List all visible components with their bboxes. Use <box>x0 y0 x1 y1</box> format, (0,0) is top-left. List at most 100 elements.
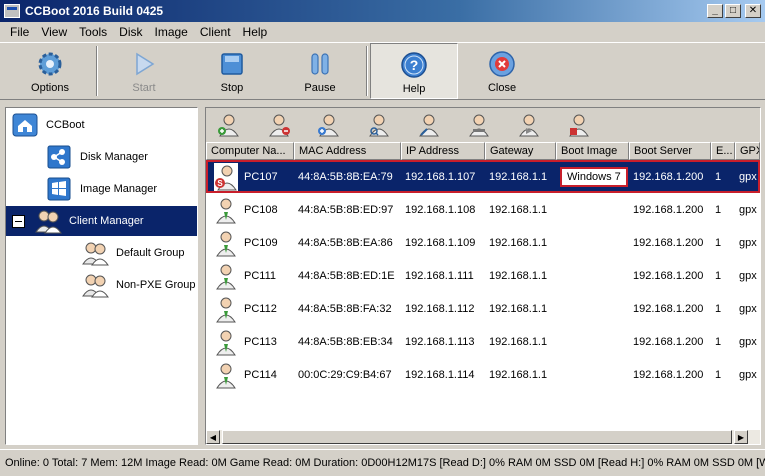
svg-text:?: ? <box>410 57 419 73</box>
tree-item-client-manager[interactable]: Client Manager <box>6 206 197 236</box>
column-mac-address[interactable]: MAC Address <box>294 142 401 160</box>
navigation-tree: CCBoot Disk Manager Image Manager Client… <box>5 107 198 445</box>
tree-item-image-manager[interactable]: Image Manager <box>44 174 157 204</box>
client-name: PC109 <box>244 236 278 249</box>
table-row[interactable]: PC111 44:8A:5B:8B:ED:1E 192.168.1.111 19… <box>206 259 760 292</box>
search-client-button[interactable] <box>364 111 394 139</box>
properties-client-icon <box>419 114 439 137</box>
client-mac: 44:8A:5B:8B:EA:79 <box>298 170 393 183</box>
client-e: 1 <box>715 236 722 249</box>
minimize-button[interactable]: _ <box>707 4 723 18</box>
column-boot-server[interactable]: Boot Server <box>629 142 711 160</box>
client-e: 1 <box>715 269 722 282</box>
horizontal-scrollbar[interactable]: ◀ ▶ <box>206 430 760 444</box>
client-name: PC114 <box>244 368 277 381</box>
toolbar-separator <box>96 46 98 96</box>
scroll-left-icon[interactable]: ◀ <box>206 430 220 444</box>
window-title: CCBoot 2016 Build 0425 <box>25 4 164 18</box>
column-ip-address[interactable]: IP Address <box>401 142 485 160</box>
edit-client-button[interactable] <box>314 111 344 139</box>
client-ip: 192.168.1.107 <box>405 170 476 183</box>
client-boot-image <box>556 358 629 391</box>
start-button[interactable]: Start <box>100 43 188 99</box>
help-button[interactable]: ? Help <box>370 43 458 99</box>
client-icon <box>214 262 238 290</box>
users-group-icon <box>33 207 63 235</box>
menu-disk[interactable]: Disk <box>113 25 148 39</box>
tree-item-non-pxe-group[interactable]: Non-PXE Group <box>80 270 195 300</box>
menu-file[interactable]: File <box>4 25 35 39</box>
table-row[interactable]: S PC107 44:8A:5B:8B:EA:79 192.168.1.107 … <box>206 160 760 193</box>
menu-tools[interactable]: Tools <box>73 25 113 39</box>
close-button[interactable]: Close <box>458 43 546 99</box>
maximize-button[interactable]: □ <box>725 4 741 18</box>
options-button[interactable]: Options <box>6 43 94 99</box>
add-client-button[interactable] <box>214 111 244 139</box>
app-icon <box>4 4 20 18</box>
client-boot-image <box>556 325 629 358</box>
pause-button[interactable]: Pause <box>276 43 364 99</box>
disk-manager-icon <box>44 143 74 171</box>
collapse-toggle[interactable] <box>12 214 25 228</box>
client-name: PC107 <box>244 170 278 183</box>
menu-bar: File View Tools Disk Image Client Help <box>0 22 765 42</box>
wake-client-button[interactable] <box>514 111 544 139</box>
client-boot-image <box>556 292 629 325</box>
table-row[interactable]: PC109 44:8A:5B:8B:EA:86 192.168.1.109 19… <box>206 226 760 259</box>
pause-icon <box>305 49 335 79</box>
boot-image-value[interactable]: Windows 7 <box>560 166 628 187</box>
start-label: Start <box>132 82 156 94</box>
stop-button[interactable]: Stop <box>188 43 276 99</box>
client-mac: 44:8A:5B:8B:EA:86 <box>298 236 393 249</box>
scroll-right-icon[interactable]: ▶ <box>734 430 748 444</box>
client-gateway: 192.168.1.1 <box>489 269 548 282</box>
menu-client[interactable]: Client <box>194 25 237 39</box>
table-row[interactable]: PC112 44:8A:5B:8B:FA:32 192.168.1.112 19… <box>206 292 760 325</box>
close-window-button[interactable]: ✕ <box>745 4 761 18</box>
shutdown-client-icon <box>569 114 589 137</box>
client-gpx: gpx <box>739 170 757 183</box>
client-gpx: gpx <box>739 269 757 282</box>
client-mac: 00:0C:29:C9:B4:67 <box>298 368 392 381</box>
search-client-icon <box>369 114 389 137</box>
close-circle-icon <box>487 49 517 79</box>
table-row[interactable]: PC108 44:8A:5B:8B:ED:97 192.168.1.108 19… <box>206 193 760 226</box>
tree-item-default-group[interactable]: Default Group <box>80 238 184 268</box>
disable-client-icon <box>469 114 489 137</box>
client-boot-image <box>556 193 629 226</box>
client-boot-server: 192.168.1.200 <box>633 236 704 249</box>
tree-item-ccboot[interactable]: CCBoot <box>10 110 85 140</box>
table-row[interactable]: PC113 44:8A:5B:8B:EB:34 192.168.1.113 19… <box>206 325 760 358</box>
column-gpx[interactable]: GPX <box>735 142 760 160</box>
client-gateway: 192.168.1.1 <box>489 335 548 348</box>
client-e: 1 <box>715 368 722 381</box>
windows-logo-icon <box>44 175 74 203</box>
menu-image[interactable]: Image <box>149 25 194 39</box>
client-ip: 192.168.1.113 <box>405 335 475 348</box>
client-boot-server: 192.168.1.200 <box>633 368 704 381</box>
column-e[interactable]: E... <box>711 142 735 160</box>
tree-label-client-manager: Client Manager <box>69 215 144 227</box>
remove-client-button[interactable] <box>264 111 294 139</box>
status-bar: Online: 0 Total: 7 Mem: 12M Image Read: … <box>0 449 765 476</box>
table-row[interactable]: PC114 00:0C:29:C9:B4:67 192.168.1.114 19… <box>206 358 760 391</box>
column-gateway[interactable]: Gateway <box>485 142 556 160</box>
client-boot-image <box>556 226 629 259</box>
properties-client-button[interactable] <box>414 111 444 139</box>
column-computer-name[interactable]: Computer Na... <box>206 142 294 160</box>
client-mac: 44:8A:5B:8B:FA:32 <box>298 302 392 315</box>
client-name: PC111 <box>244 269 277 282</box>
client-e: 1 <box>715 170 722 183</box>
column-boot-image[interactable]: Boot Image <box>556 142 629 160</box>
add-client-icon <box>218 114 239 137</box>
client-gpx: gpx <box>739 236 757 249</box>
client-icon <box>214 229 238 257</box>
tree-item-disk-manager[interactable]: Disk Manager <box>44 142 148 172</box>
scroll-thumb[interactable] <box>222 430 732 444</box>
shutdown-client-button[interactable] <box>564 111 594 139</box>
menu-view[interactable]: View <box>35 25 73 39</box>
stop-icon <box>217 49 247 79</box>
menu-help[interactable]: Help <box>237 25 274 39</box>
stop-label: Stop <box>220 82 244 94</box>
disable-client-button[interactable] <box>464 111 494 139</box>
